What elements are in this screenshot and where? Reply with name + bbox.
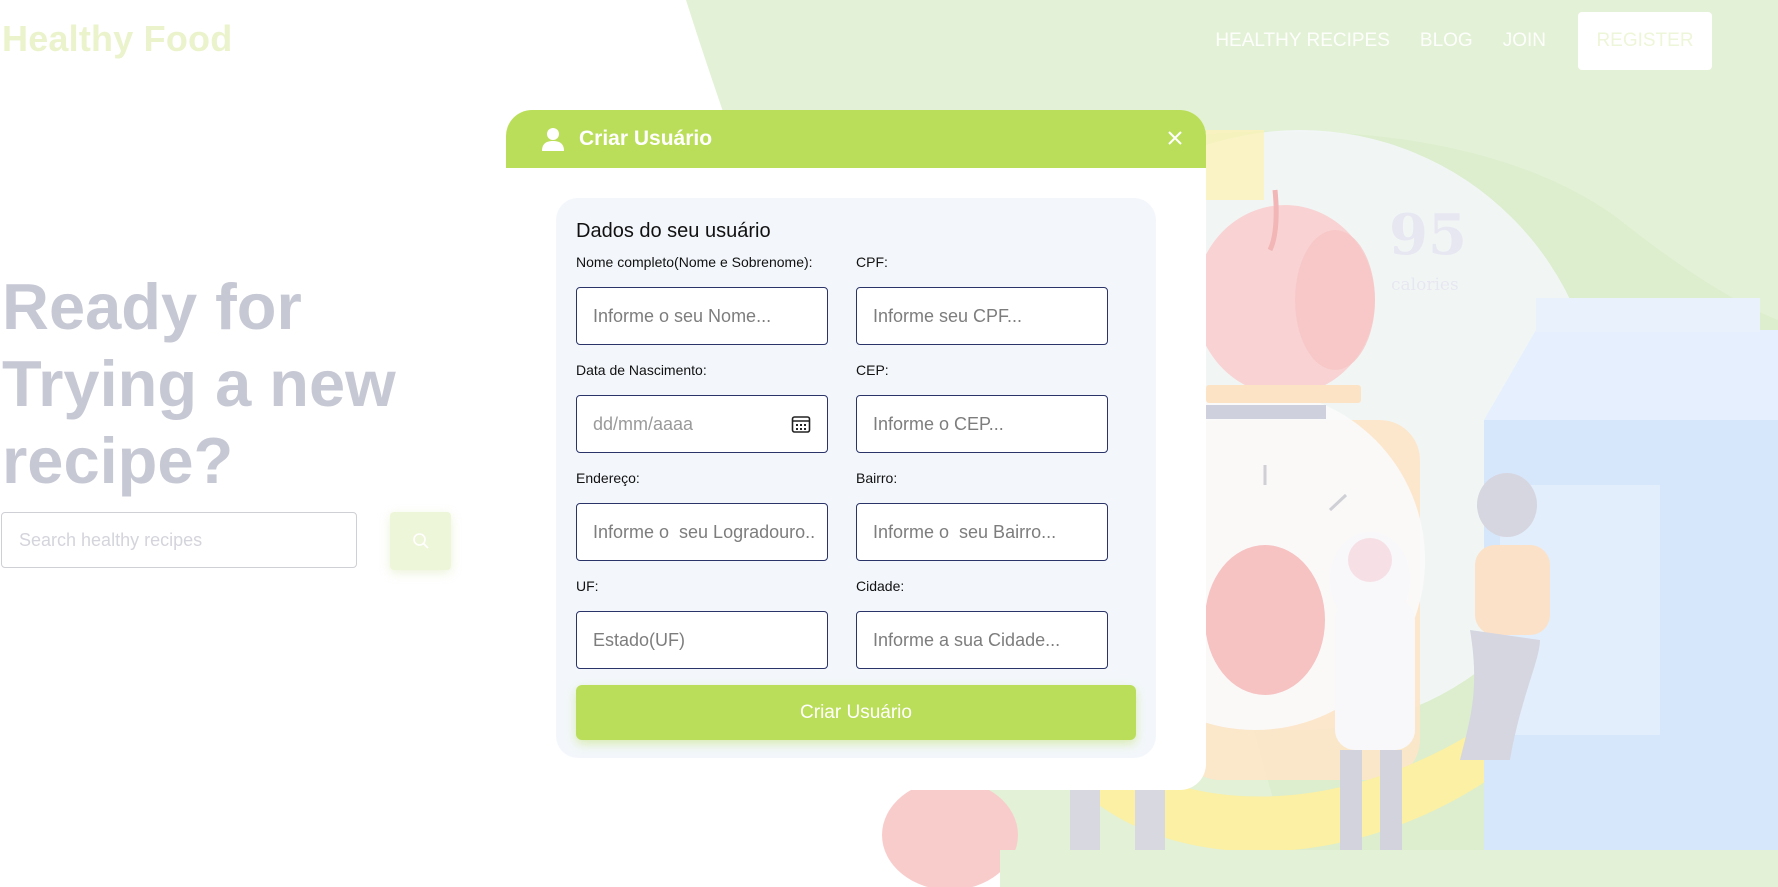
modal-title: Criar Usuário — [579, 127, 713, 150]
calories-value: 95 — [1389, 202, 1467, 268]
cidade-input[interactable]: Informe a sua Cidade... — [856, 611, 1108, 669]
register-button[interactable]: REGISTER — [1578, 12, 1712, 70]
calendar-icon[interactable] — [791, 414, 811, 434]
section-title: Dados do seu usuário — [576, 220, 771, 242]
nome-label: Nome completo(Nome e Sobrenome): — [576, 254, 813, 270]
user-form-card: Dados do seu usuário Nome completo(Nome … — [556, 198, 1156, 758]
nome-input[interactable]: Informe o seu Nome... — [576, 287, 828, 345]
site-logo[interactable]: Healthy Food — [2, 18, 232, 60]
calories-label: calories — [1391, 275, 1459, 295]
close-button[interactable] — [1160, 123, 1190, 153]
endereco-label: Endereço: — [576, 470, 640, 486]
user-icon — [542, 128, 564, 151]
nav-healthy-recipes[interactable]: HEALTHY RECIPES — [1215, 30, 1390, 52]
close-icon — [1168, 131, 1182, 145]
endereco-input[interactable]: Informe o seu Logradouro.. — [576, 503, 828, 561]
uf-label: UF: — [576, 578, 599, 594]
nascimento-date-input[interactable]: dd/mm/aaaa — [576, 395, 828, 453]
top-nav: HEALTHY RECIPES BLOG JOIN REGISTER — [1215, 11, 1778, 71]
cpf-label: CPF: — [856, 254, 888, 270]
hero-search-button[interactable] — [390, 512, 451, 570]
bairro-label: Bairro: — [856, 470, 898, 486]
cidade-label: Cidade: — [856, 578, 905, 594]
uf-input[interactable]: Estado(UF) — [576, 611, 828, 669]
cpf-input[interactable]: Informe seu CPF... — [856, 287, 1108, 345]
nascimento-placeholder: dd/mm/aaaa — [593, 413, 694, 434]
search-icon — [412, 533, 429, 549]
cep-input[interactable]: Informe o CEP... — [856, 395, 1108, 453]
nav-join[interactable]: JOIN — [1503, 30, 1546, 52]
cep-label: CEP: — [856, 362, 889, 378]
nascimento-label: Data de Nascimento: — [576, 362, 707, 378]
modal-header: Criar Usuário — [506, 110, 1206, 168]
hero-title: Ready for Trying a new recipe? — [2, 270, 396, 497]
create-user-modal: Criar Usuário Dados do seu usuário Nome … — [506, 110, 1206, 790]
create-user-button[interactable]: Criar Usuário — [576, 685, 1136, 740]
hero-search-input[interactable]: Search healthy recipes — [1, 512, 357, 568]
nav-blog[interactable]: BLOG — [1420, 30, 1473, 52]
bairro-input[interactable]: Informe o seu Bairro... — [856, 503, 1108, 561]
